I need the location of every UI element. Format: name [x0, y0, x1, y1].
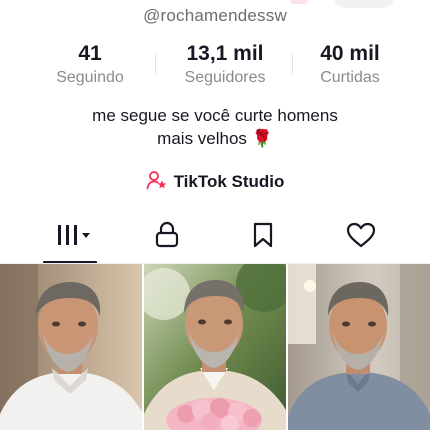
bio-line-1: me segue se você curte homens [92, 106, 338, 125]
stat-followers[interactable]: 13,1 mil Seguidores [165, 42, 285, 89]
bio-line-2: mais velhos 🌹 [157, 129, 273, 148]
bookmark-icon [252, 222, 274, 253]
lock-icon [154, 221, 180, 254]
stat-following[interactable]: 41 Seguindo [40, 42, 140, 89]
stat-following-value: 41 [78, 42, 102, 65]
tiktok-studio-link[interactable]: TikTok Studio [0, 169, 430, 195]
stat-likes[interactable]: 40 mil Curtidas [300, 42, 400, 89]
stat-followers-value: 13,1 mil [186, 42, 264, 65]
profile-tabs [0, 214, 430, 264]
edit-accent[interactable] [290, 0, 308, 4]
stat-likes-value: 40 mil [320, 42, 380, 65]
stat-likes-label: Curtidas [320, 69, 380, 86]
profile-bio: me segue se você curte homens mais velho… [0, 104, 430, 150]
stat-following-label: Seguindo [56, 69, 124, 86]
video-thumbnail[interactable] [144, 264, 286, 430]
user-star-icon [146, 170, 168, 195]
tiktok-studio-label: TikTok Studio [173, 172, 285, 191]
tab-liked[interactable] [331, 214, 391, 260]
stat-divider [292, 54, 293, 74]
stat-followers-label: Seguidores [184, 69, 266, 86]
heart-icon [346, 222, 376, 253]
tab-videos[interactable] [45, 214, 105, 260]
tab-saved[interactable] [233, 214, 293, 260]
profile-header-top: @rochamendessw [0, 0, 430, 34]
tab-private[interactable] [137, 214, 197, 260]
username: @rochamendessw [143, 6, 287, 25]
video-thumbnail[interactable] [288, 264, 430, 430]
video-grid [0, 264, 430, 430]
video-thumbnail[interactable] [0, 264, 142, 430]
profile-stats: 41 Seguindo 13,1 mil Seguidores 40 mil C… [0, 42, 430, 90]
stat-divider [155, 54, 156, 74]
grid-bars-icon [54, 223, 96, 252]
